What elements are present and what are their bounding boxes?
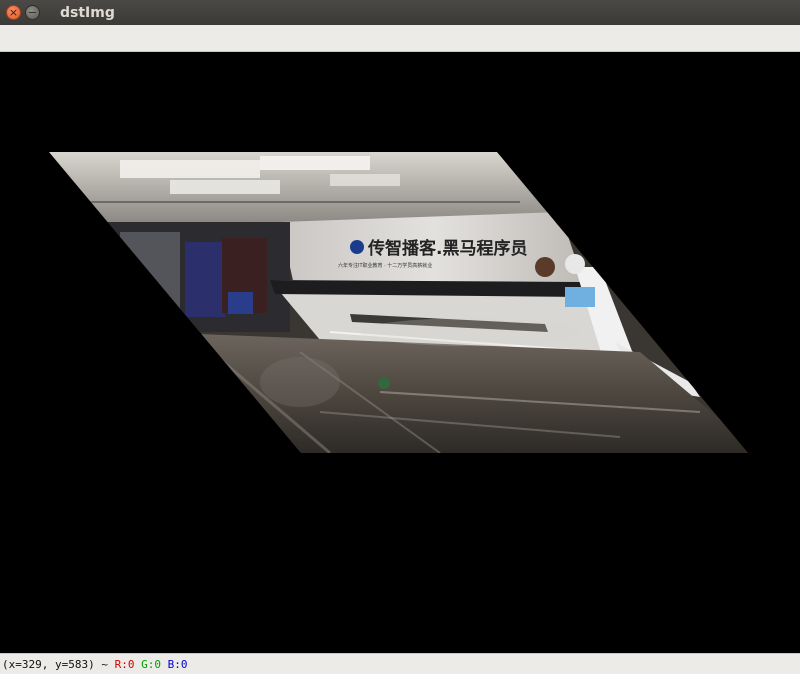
toolbar bbox=[0, 25, 800, 52]
close-button[interactable]: × bbox=[6, 5, 21, 20]
window-titlebar[interactable]: × − dstImg bbox=[0, 0, 800, 25]
status-bar: (x=329, y=583) ~ R:0 G:0 B:0 bbox=[0, 653, 800, 674]
pixel-g-value: G:0 bbox=[141, 657, 161, 671]
close-icon: × bbox=[8, 6, 19, 19]
pixel-b-value: B:0 bbox=[167, 657, 188, 671]
warped-image: 传智播客.黑马程序员 六年专注IT职业教育 · 十二万学员高薪就业 bbox=[49, 152, 748, 453]
cursor-coords: (x=329, y=583) ~ bbox=[2, 657, 108, 671]
pixel-r-value: R:0 bbox=[114, 657, 135, 671]
sign-sub-text: 六年专注IT职业教育 · 十二万学员高薪就业 bbox=[338, 262, 432, 269]
minimize-button[interactable]: − bbox=[25, 5, 40, 20]
minimize-icon: − bbox=[27, 6, 38, 19]
sign-main-text: 传智播客.黑马程序员 bbox=[367, 238, 527, 259]
image-canvas[interactable]: 传智播客.黑马程序员 六年专注IT职业教育 · 十二万学员高薪就业 bbox=[0, 52, 800, 653]
window-title: dstImg bbox=[60, 4, 115, 21]
